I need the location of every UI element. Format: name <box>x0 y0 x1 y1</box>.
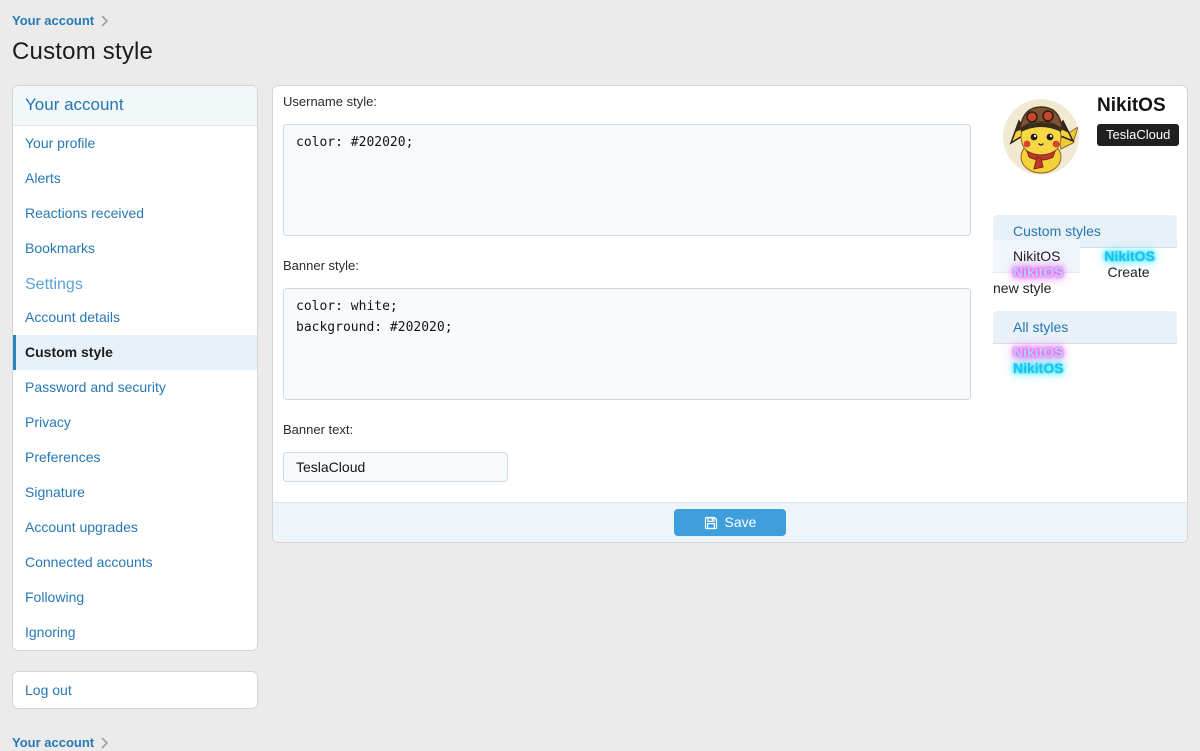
custom-style-panel: Username style: color: #202020; Banner s… <box>272 85 1188 543</box>
chevron-right-icon <box>101 737 109 749</box>
logout-box: Log out <box>12 671 258 709</box>
banner-style-label: Banner style: <box>283 258 971 273</box>
username-style-textarea[interactable]: color: #202020; <box>283 124 971 236</box>
breadcrumb: Your account <box>12 12 1188 29</box>
page-title: Custom style <box>12 38 1188 66</box>
user-preview: NikitOS TeslaCloud <box>993 94 1177 175</box>
save-button[interactable]: Save <box>674 509 787 536</box>
left-column: Your account Your profile Alerts Reactio… <box>12 85 258 709</box>
banner-text-group: Banner text: <box>283 422 971 482</box>
sidebar-item-following[interactable]: Following <box>13 580 257 615</box>
sidebar-item-account-details[interactable]: Account details <box>13 300 257 335</box>
save-button-label: Save <box>725 515 757 530</box>
preview-username: NikitOS <box>1097 96 1179 116</box>
sidebar-item-custom-style[interactable]: Custom style <box>13 335 257 370</box>
banner-text-label: Banner text: <box>283 422 971 437</box>
preview-names: NikitOS TeslaCloud <box>1097 94 1179 175</box>
breadcrumb-your-account-link[interactable]: Your account <box>12 13 94 28</box>
sidebar-item-your-profile[interactable]: Your profile <box>13 126 257 161</box>
panel-footer: Save <box>273 502 1187 542</box>
panel-body: Username style: color: #202020; Banner s… <box>273 86 1187 502</box>
sidebar-item-ignoring[interactable]: Ignoring <box>13 615 257 650</box>
username-style-group: Username style: color: #202020; <box>283 94 971 236</box>
sidebar-item-bookmarks[interactable]: Bookmarks <box>13 231 257 266</box>
all-styles-block: All styles NikitOS NikitOS <box>993 311 1177 376</box>
banner-style-textarea[interactable]: color: white; background: #202020; <box>283 288 971 400</box>
form-column: Username style: color: #202020; Banner s… <box>283 94 971 482</box>
banner-text-input[interactable] <box>283 452 508 482</box>
custom-styles-block: Custom styles NikitOS NikitOS NikitOS Cr… <box>993 215 1177 296</box>
sidebar-item-signature[interactable]: Signature <box>13 475 257 510</box>
sidebar-item-alerts[interactable]: Alerts <box>13 161 257 196</box>
pikachu-avatar[interactable] <box>1003 99 1079 175</box>
sidebar-title: Your account <box>13 86 257 126</box>
sidebar-item-account-upgrades[interactable]: Account upgrades <box>13 510 257 545</box>
sidebar-item-privacy[interactable]: Privacy <box>13 405 257 440</box>
account-nav: Your account Your profile Alerts Reactio… <box>12 85 258 651</box>
sidebar-item-password-and-security[interactable]: Password and security <box>13 370 257 405</box>
chevron-right-icon <box>101 15 109 27</box>
content-row: Your account Your profile Alerts Reactio… <box>12 85 1188 709</box>
all-style-item-neon-cyan[interactable]: NikitOS <box>993 352 1084 384</box>
banner-style-group: Banner style: color: white; background: … <box>283 258 971 400</box>
breadcrumb-bottom: Your account <box>12 734 1188 751</box>
breadcrumb-bottom-your-account-link[interactable]: Your account <box>12 735 94 750</box>
preview-banner-badge: TeslaCloud <box>1097 124 1179 146</box>
account-page: Your account Custom style Your account Y… <box>0 0 1200 751</box>
logout-link[interactable]: Log out <box>13 672 257 708</box>
sidebar-item-connected-accounts[interactable]: Connected accounts <box>13 545 257 580</box>
sidebar-heading-settings: Settings <box>13 266 257 300</box>
sidebar-item-reactions-received[interactable]: Reactions received <box>13 196 257 231</box>
sidebar-item-preferences[interactable]: Preferences <box>13 440 257 475</box>
floppy-disk-icon <box>704 516 718 530</box>
preview-column: NikitOS TeslaCloud Custom styles NikitOS… <box>993 94 1177 482</box>
username-style-label: Username style: <box>283 94 971 109</box>
